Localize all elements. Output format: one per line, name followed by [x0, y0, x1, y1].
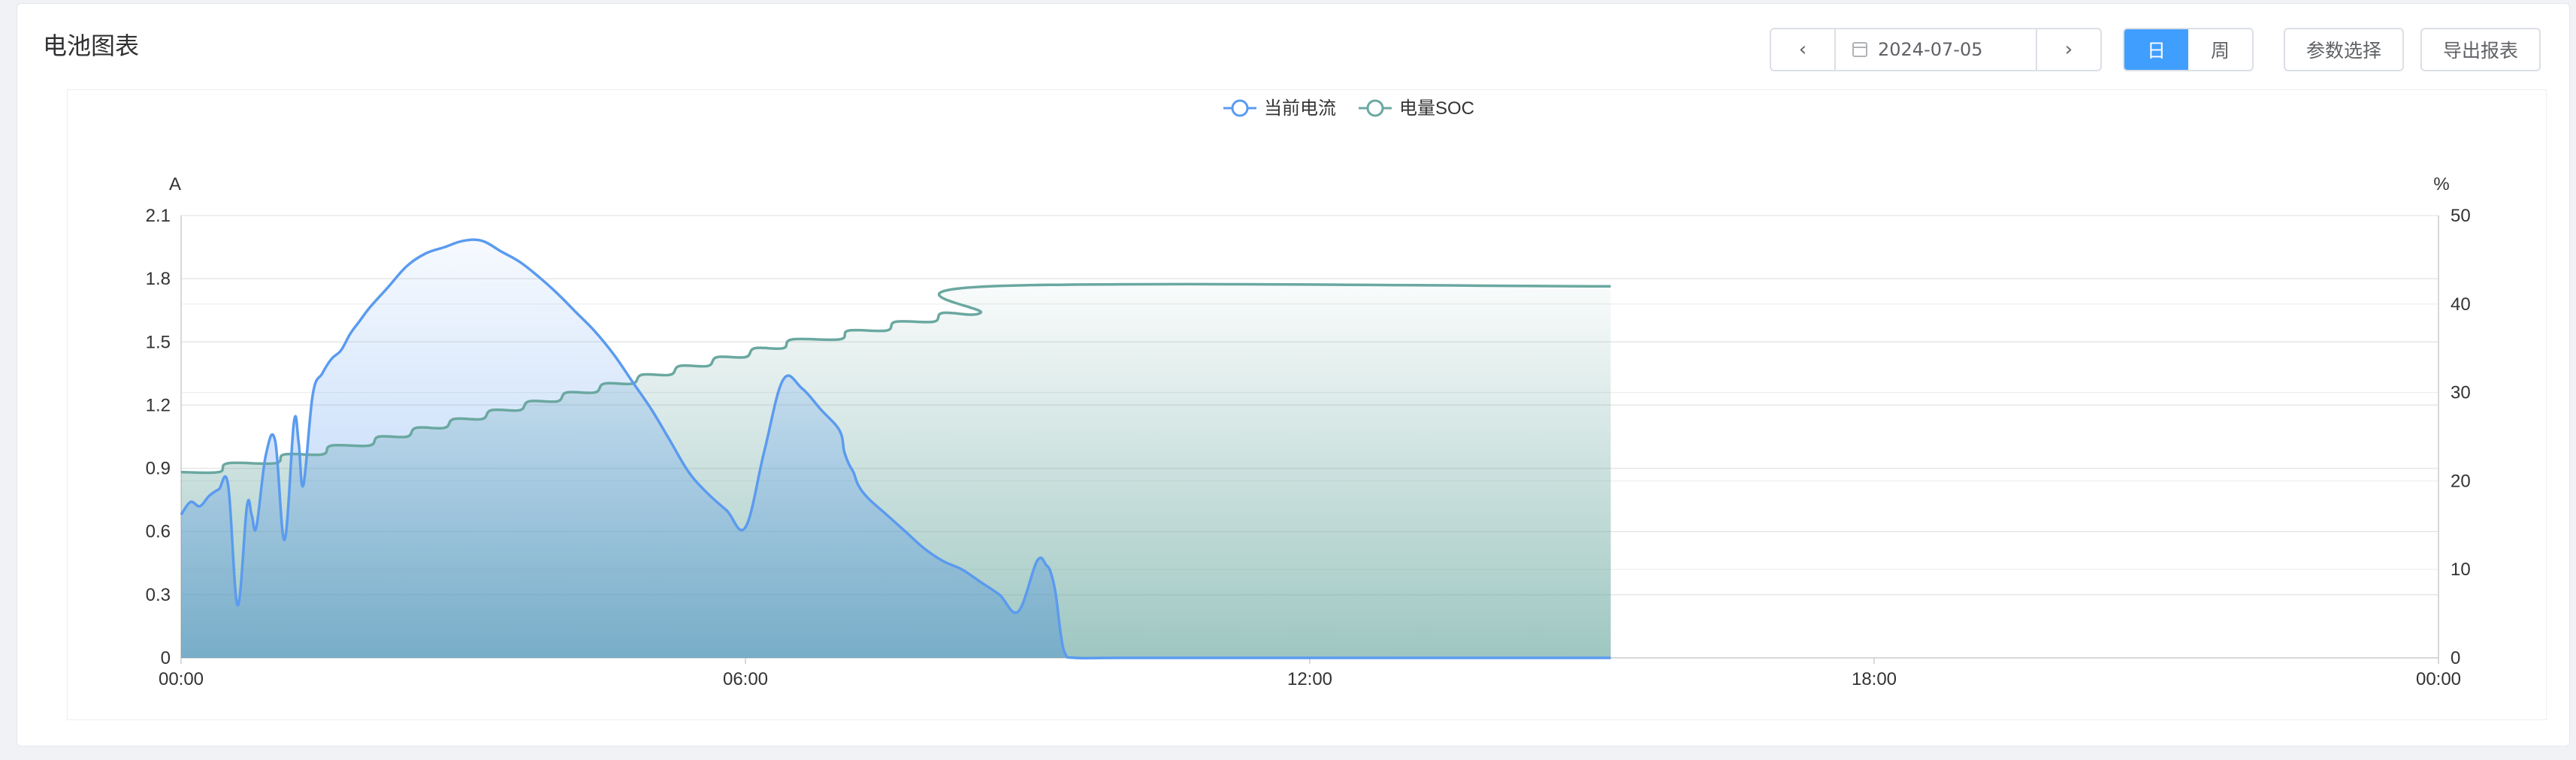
chart-container: 0 0.3 0.6 0.9 1.2 1.5 1.8 2.1 0 10 20 30 40 50 A% 00:00… — [67, 89, 2547, 720]
period-toggle: 日 周 — [2123, 28, 2254, 71]
y-right-unit: % — [2433, 174, 2449, 195]
y-right-tick-label: 0 — [2451, 648, 2460, 668]
params-select-button[interactable]: 参数选择 — [2284, 28, 2404, 71]
legend-swatch-circle — [1366, 99, 1384, 117]
y-right-tick-label: 40 — [2451, 294, 2471, 315]
x-tick-label: 00:00 — [2416, 669, 2461, 689]
period-day-button[interactable]: 日 — [2124, 29, 2188, 70]
y-right-tick-label: 30 — [2451, 383, 2471, 403]
next-day-button[interactable]: › — [2036, 29, 2100, 70]
calendar-icon — [1852, 42, 1867, 57]
x-tick-label: 00:00 — [159, 669, 204, 689]
y-left-tick-label: 1.5 — [146, 332, 171, 352]
date-input[interactable]: 2024-07-05 — [1836, 29, 2036, 70]
legend-label: 当前电流 — [1264, 98, 1336, 119]
prev-day-button[interactable]: ‹ — [1771, 29, 1836, 70]
export-report-button[interactable]: 导出报表 — [2420, 28, 2541, 71]
y-right-tick-label: 10 — [2451, 559, 2471, 580]
y-right-tick-label: 20 — [2451, 471, 2471, 491]
chevron-right-icon: › — [2064, 38, 2073, 61]
legend-swatch-circle — [1231, 99, 1249, 117]
page-title: 电池图表 — [43, 32, 140, 60]
x-tick-label: 06:00 — [723, 669, 768, 689]
battery-chart: 0 0.3 0.6 0.9 1.2 1.5 1.8 2.1 0 10 20 30 40 50 A % 00:00… — [146, 98, 2471, 689]
y-left-tick-label: 2.1 — [146, 206, 171, 226]
date-value: 2024-07-05 — [1878, 39, 1983, 60]
x-tick-label: 12:00 — [1287, 669, 1332, 689]
chevron-left-icon: ‹ — [1798, 38, 1807, 61]
x-tick-label: 18:00 — [1852, 669, 1897, 689]
y-right-tick-label: 50 — [2451, 206, 2471, 226]
y-left-tick-label: 0.9 — [146, 459, 171, 479]
y-left-tick-label: 0.6 — [146, 522, 171, 542]
y-left-tick-label: 1.2 — [146, 395, 171, 415]
y-left-unit: A — [169, 174, 181, 195]
legend-label: 电量SOC — [1399, 98, 1474, 119]
period-week-button[interactable]: 周 — [2188, 29, 2252, 70]
date-picker-group: ‹ 2024-07-05 › — [1770, 28, 2102, 71]
y-left-tick-label: 1.8 — [146, 269, 171, 289]
y-left-tick-label: 0.3 — [146, 585, 171, 605]
battery-chart-card: 电池图表 ‹ 2024-07-05 › 日 周 参数选择 导出报表 0 0.3 0.… — [17, 3, 2570, 746]
y-left-tick-label: 0 — [161, 648, 171, 668]
